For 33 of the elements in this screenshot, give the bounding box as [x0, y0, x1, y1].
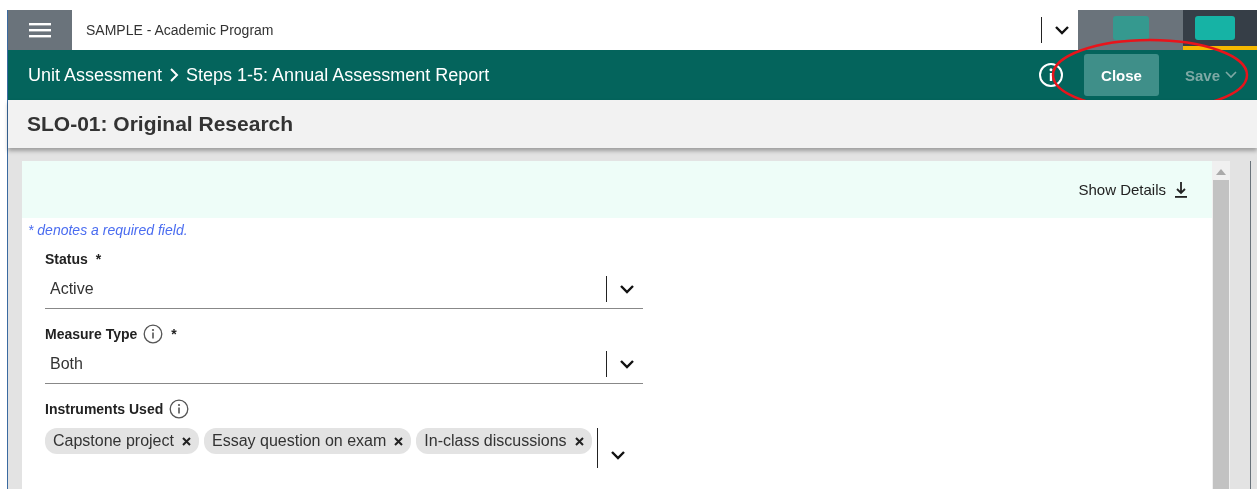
chevron-down-icon [1225, 71, 1237, 79]
remove-icon[interactable] [574, 436, 584, 446]
page-title: SLO-01: Original Research [27, 112, 294, 136]
required-asterisk: * [171, 326, 177, 342]
app-tile[interactable] [1183, 10, 1257, 50]
chip-label: Capstone project [53, 432, 174, 450]
chevron-down-icon [1054, 25, 1070, 35]
menu-button[interactable] [8, 10, 72, 50]
field-label: Status [45, 251, 88, 267]
chip-label: In-class discussions [424, 432, 567, 450]
chevron-down-icon [619, 284, 635, 294]
show-details-link[interactable]: Show Details [1078, 180, 1188, 199]
breadcrumb-link[interactable]: Steps 1-5: Annual Assessment Report [186, 64, 490, 86]
select-field[interactable]: Both [45, 345, 643, 384]
info-icon[interactable] [169, 399, 190, 419]
download-icon [1174, 180, 1188, 199]
chevron-down-icon [610, 450, 627, 460]
scrollbar[interactable] [1212, 161, 1230, 489]
close-button[interactable]: Close [1084, 54, 1159, 96]
remove-icon[interactable] [394, 436, 404, 446]
field-label: Instruments Used [45, 401, 164, 417]
field-label: Measure Type [45, 326, 138, 342]
remove-icon[interactable] [181, 436, 191, 446]
chevron-down-icon [619, 359, 635, 369]
required-note: * denotes a required field. [27, 221, 189, 238]
breadcrumb-link[interactable]: Unit Assessment [28, 64, 163, 86]
required-asterisk: * [95, 251, 102, 267]
info-icon[interactable] [143, 324, 164, 344]
menu-icon [29, 22, 51, 38]
app-tile[interactable] [1078, 10, 1183, 50]
chip-label: Essay question on exam [211, 432, 387, 450]
chevron-right-icon [168, 67, 181, 83]
select-field[interactable]: Active [45, 270, 643, 309]
